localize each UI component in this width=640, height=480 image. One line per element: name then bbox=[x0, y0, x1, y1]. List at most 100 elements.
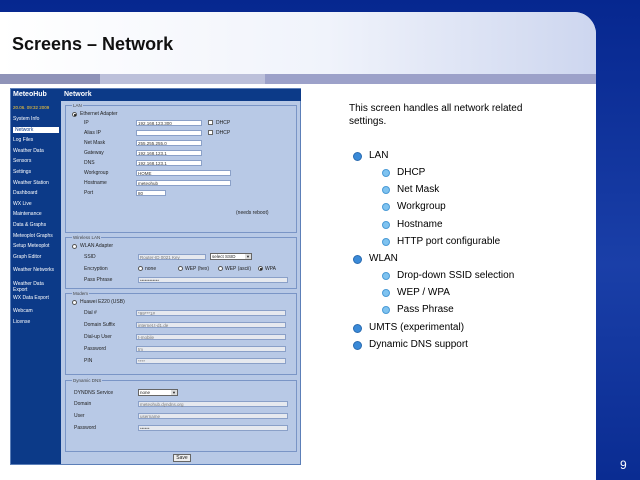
nav-item[interactable]: Graph Editor bbox=[13, 254, 59, 260]
nav-item[interactable]: Maintenance bbox=[13, 211, 59, 217]
encryption-radio[interactable] bbox=[178, 266, 183, 271]
field-input[interactable]: •••••• bbox=[138, 425, 288, 431]
nav-item[interactable]: Webcam bbox=[13, 308, 59, 314]
field-input[interactable]: meteohub.dyndns.org bbox=[138, 401, 288, 407]
field-label: User bbox=[74, 413, 85, 419]
pass-phrase-input[interactable]: •••••••••••• bbox=[138, 277, 288, 283]
nav-item[interactable]: Weather Data bbox=[13, 148, 59, 154]
field-label: PIN bbox=[84, 358, 93, 364]
nav-item[interactable]: Weather Networks bbox=[13, 267, 59, 273]
bullet-item: UMTS (experimental) bbox=[353, 322, 464, 333]
sub-bullet-item: WEP / WPA bbox=[382, 287, 450, 298]
field-input[interactable] bbox=[136, 130, 202, 136]
nav-item[interactable]: Network bbox=[13, 126, 59, 133]
dhcp-alias-checkbox[interactable] bbox=[208, 130, 213, 135]
field-label: Password bbox=[74, 425, 96, 431]
nav-item[interactable]: License bbox=[13, 319, 59, 325]
field-input[interactable]: **** bbox=[136, 358, 286, 364]
field-label: Port bbox=[84, 190, 94, 196]
field-input[interactable]: tm bbox=[136, 346, 286, 352]
field-input[interactable]: 192.168.123.1 bbox=[136, 150, 202, 156]
sub-bullet-item: Drop-down SSID selection bbox=[382, 270, 515, 281]
ssid-dropdown[interactable]: select SSID ▼ bbox=[210, 253, 252, 260]
sub-bullet-label: Hostname bbox=[397, 218, 443, 230]
field-input[interactable]: t-mobile bbox=[136, 334, 286, 340]
encryption-radio[interactable] bbox=[258, 266, 263, 271]
field-input[interactable]: 255.255.255.0 bbox=[136, 140, 202, 146]
sub-bullet-icon bbox=[382, 203, 390, 212]
accent-band bbox=[100, 74, 265, 84]
slide-title: Screens – Network bbox=[12, 34, 174, 54]
encryption-option-label: WEP (ascii) bbox=[225, 266, 252, 272]
nav-item[interactable]: Dashboard bbox=[13, 190, 59, 196]
encryption-radio[interactable] bbox=[138, 266, 143, 271]
lan-legend: LAN bbox=[72, 103, 83, 108]
save-button[interactable]: Save bbox=[173, 454, 191, 462]
bullet-icon bbox=[353, 152, 362, 161]
field-label: Dial # bbox=[84, 310, 97, 316]
intro-text: This screen handles all network related … bbox=[349, 103, 523, 127]
chevron-down-icon: ▼ bbox=[171, 390, 177, 395]
dhcp-checkbox[interactable] bbox=[208, 120, 213, 125]
nav-item[interactable]: Weather Data Export bbox=[13, 281, 59, 293]
nav-item[interactable]: System Info bbox=[13, 116, 59, 122]
network-screen-screenshot: MeteoHub 20.06. 09:32 2009 System Info Ne… bbox=[10, 88, 301, 465]
nav-item[interactable]: WX Data Export bbox=[13, 295, 59, 301]
slide: Screens – Network MeteoHub 20.06. 09:32 … bbox=[0, 12, 596, 480]
field-label: Alias IP bbox=[84, 130, 101, 136]
sub-bullet-label: DHCP bbox=[397, 167, 426, 178]
field-label: IP bbox=[84, 120, 89, 126]
nav-item[interactable]: Weather Station bbox=[13, 180, 59, 186]
pass-phrase-label: Pass Phrase bbox=[84, 277, 113, 283]
bullet-icon bbox=[353, 323, 362, 333]
field-input[interactable]: 192.168.123.300 bbox=[136, 120, 202, 126]
encryption-radio[interactable] bbox=[218, 266, 223, 271]
nav-item[interactable]: WX Live bbox=[13, 201, 59, 207]
bullet-label: WLAN bbox=[369, 253, 398, 264]
bullet-icon bbox=[353, 340, 362, 350]
bullet-icon bbox=[353, 255, 362, 264]
wlan-radio[interactable] bbox=[72, 244, 77, 249]
wlan-group: Wireless LAN WLAN Adapter SSID Router-ID… bbox=[65, 235, 297, 289]
nav-item[interactable]: Data & Graphs bbox=[13, 222, 59, 228]
field-input[interactable]: internet.t-d1.de bbox=[136, 322, 286, 328]
sub-bullet-icon bbox=[382, 220, 390, 229]
umts-legend: Modem bbox=[72, 291, 90, 296]
sub-bullet-item: Pass Phrase bbox=[382, 304, 454, 315]
bullet-item: LAN bbox=[353, 150, 389, 161]
sub-bullet-item: Net Mask bbox=[382, 184, 439, 195]
field-input[interactable]: 192.168.123.1 bbox=[136, 160, 202, 166]
accent-band bbox=[265, 74, 596, 84]
field-input[interactable]: username bbox=[138, 413, 288, 419]
ethernet-label: Ethernet Adapter bbox=[80, 111, 118, 117]
sub-bullet-item: Hostname bbox=[382, 218, 443, 230]
nav-item[interactable]: Sensors bbox=[13, 158, 59, 164]
sub-bullet-icon bbox=[382, 272, 390, 280]
encryption-label: Encryption bbox=[84, 266, 108, 272]
field-input[interactable]: 80 bbox=[136, 190, 166, 196]
ddns-group: Dynamic DNS DYNDNS Service none ▼ Domain m… bbox=[65, 378, 297, 452]
nav-item[interactable]: Meteoplot Graphs bbox=[13, 233, 59, 239]
sub-bullet-icon bbox=[382, 306, 390, 315]
lan-group: LAN Ethernet Adapter IP 192.168.123.300 Al… bbox=[65, 103, 297, 233]
field-input[interactable]: meteohub bbox=[136, 180, 231, 186]
nav-item[interactable]: Setup Meteoplot bbox=[13, 243, 59, 249]
umts-radio[interactable] bbox=[72, 300, 77, 305]
nav-item[interactable]: Log Files bbox=[13, 137, 59, 143]
bullet-label: LAN bbox=[369, 150, 389, 161]
app-clock: 20.06. 09:32 2009 bbox=[13, 105, 50, 110]
field-label: Domain Suffix bbox=[84, 322, 116, 328]
ethernet-radio[interactable] bbox=[72, 112, 77, 117]
field-input[interactable]: *99***1# bbox=[136, 310, 286, 316]
dhcp-alias-label: DHCP bbox=[216, 130, 231, 136]
sub-bullet-label: Drop-down SSID selection bbox=[397, 270, 515, 281]
nav-item[interactable]: Settings bbox=[13, 169, 59, 175]
app-logo: MeteoHub bbox=[13, 91, 47, 98]
ddns-service-dropdown[interactable]: none ▼ bbox=[138, 389, 178, 396]
app-main: LAN Ethernet Adapter IP 192.168.123.300 Al… bbox=[63, 103, 299, 464]
field-label: Workgroup bbox=[84, 170, 109, 176]
field-label: Password bbox=[84, 346, 106, 352]
field-input[interactable]: HOME bbox=[136, 170, 231, 176]
app-sidebar: MeteoHub 20.06. 09:32 2009 System Info Ne… bbox=[11, 89, 61, 464]
ssid-input[interactable]: Router-ID 0021 Key bbox=[138, 254, 206, 260]
